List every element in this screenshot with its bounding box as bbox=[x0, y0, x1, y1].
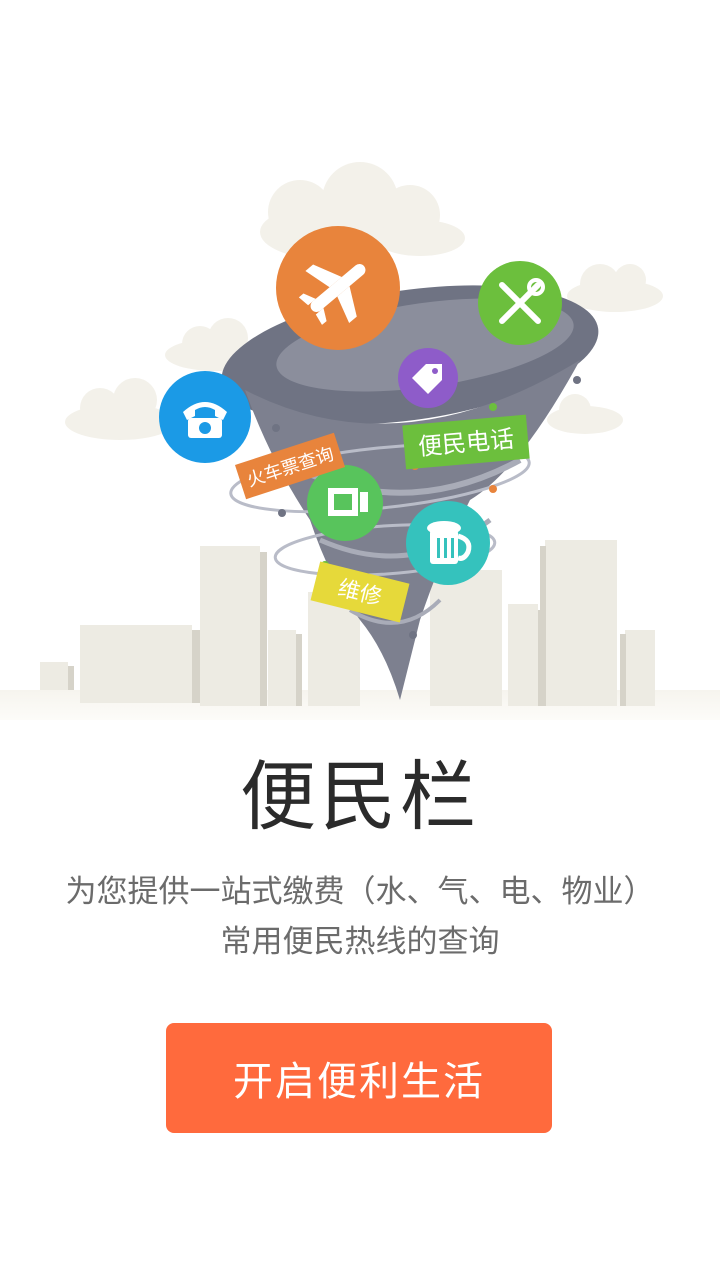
airplane-icon bbox=[276, 226, 400, 350]
tag-icon bbox=[398, 348, 458, 408]
beer-mug-icon bbox=[406, 501, 490, 585]
description-line-1: 为您提供一站式缴费（水、气、电、物业） bbox=[65, 874, 655, 910]
wrench-screwdriver-icon bbox=[478, 261, 562, 345]
hero-illustration: 火车票查询 便民电话 维修 bbox=[40, 162, 663, 706]
start-convenience-button[interactable]: 开启便利生活 bbox=[166, 1023, 552, 1133]
page-title: 便民栏 bbox=[240, 752, 480, 841]
telephone-icon bbox=[159, 371, 251, 463]
cloud bbox=[547, 394, 623, 434]
cloud bbox=[65, 378, 175, 440]
film-icon bbox=[307, 465, 383, 541]
cloud bbox=[567, 264, 663, 312]
description-line-2: 常用便民热线的查询 bbox=[220, 924, 500, 960]
